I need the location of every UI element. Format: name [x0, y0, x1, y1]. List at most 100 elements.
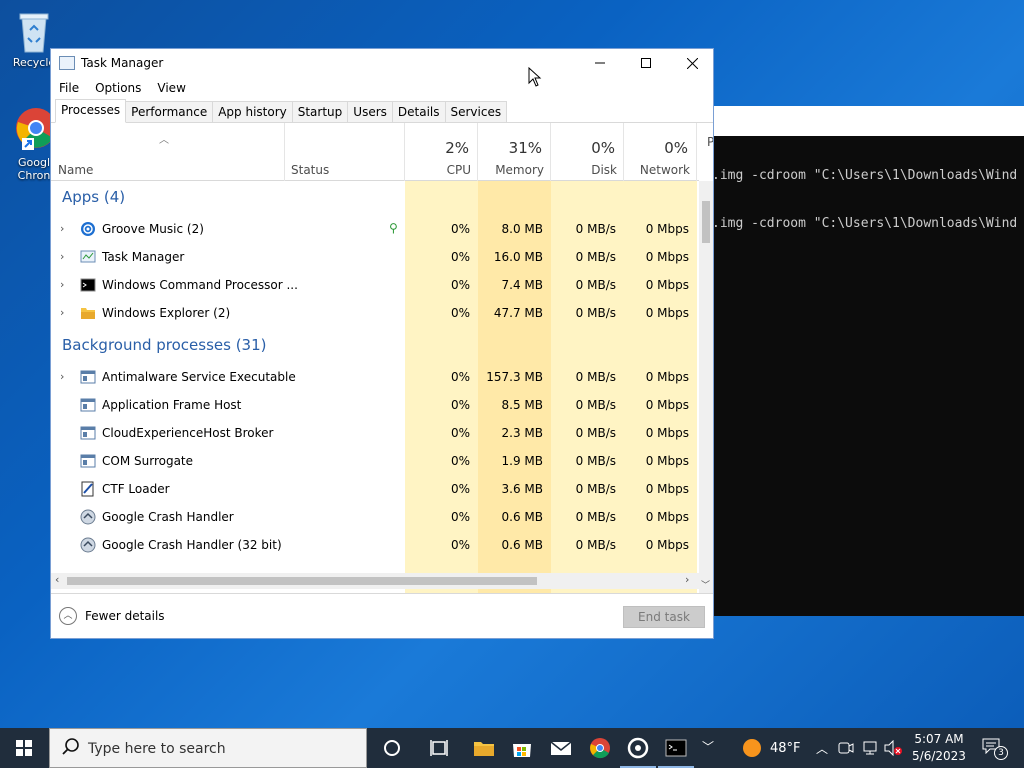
- end-task-button[interactable]: End task: [623, 606, 705, 628]
- tab-startup[interactable]: Startup: [291, 101, 349, 122]
- mail-icon[interactable]: [549, 736, 573, 760]
- taskbar-overflow-icon[interactable]: ﹀: [702, 738, 714, 755]
- volume-muted-icon[interactable]: [884, 740, 902, 756]
- clock[interactable]: 5:07 AM 5/6/2023: [910, 728, 968, 768]
- process-disk-value: 0 MB/s: [575, 250, 616, 264]
- close-icon: [686, 57, 698, 69]
- minimize-button[interactable]: [577, 49, 623, 77]
- search-placeholder: Type here to search: [88, 741, 226, 757]
- minimize-icon: [595, 62, 605, 64]
- process-cpu-value: 0%: [450, 250, 470, 264]
- process-memory-value: 0.6 MB: [501, 510, 543, 524]
- process-row[interactable]: › Windows Command Processor ... 0% 7.4 MB 0 …: [51, 271, 699, 299]
- service-icon: [80, 454, 96, 468]
- process-network-value: 0 Mbps: [645, 454, 689, 468]
- menu-view[interactable]: View: [149, 81, 193, 95]
- group-header-row[interactable]: Apps (4): [51, 181, 699, 215]
- tab-services[interactable]: Services: [444, 101, 508, 122]
- start-button[interactable]: [0, 728, 48, 768]
- process-row[interactable]: CTF Loader 0% 3.6 MB 0 MB/s 0 Mbps: [51, 475, 699, 503]
- column-header-power[interactable]: P: [697, 123, 713, 181]
- process-row[interactable]: COM Surrogate 0% 1.9 MB 0 MB/s 0 Mbps: [51, 447, 699, 475]
- file-explorer-icon[interactable]: [472, 736, 496, 760]
- meet-now-icon[interactable]: [838, 740, 854, 756]
- menu-options[interactable]: Options: [87, 81, 149, 95]
- tab-details[interactable]: Details: [391, 101, 446, 122]
- fewer-details-link[interactable]: Fewer details: [85, 609, 165, 623]
- windows-logo-icon: [16, 740, 32, 756]
- column-header-cpu[interactable]: 2% CPU: [405, 123, 478, 181]
- sun-weather-icon: [743, 739, 761, 757]
- process-disk-value: 0 MB/s: [575, 454, 616, 468]
- process-row[interactable]: › Antimalware Service Executable 0% 157.3 M…: [51, 363, 699, 391]
- task-view-icon[interactable]: [428, 736, 452, 760]
- task-manager-window[interactable]: Task Manager File Options View Processes…: [50, 48, 714, 639]
- group-header-row[interactable]: Background processes (31): [51, 329, 699, 363]
- tab-performance[interactable]: Performance: [125, 101, 214, 122]
- process-disk-value: 0 MB/s: [575, 482, 616, 496]
- process-cpu-value: 0%: [450, 278, 470, 292]
- process-memory-value: 47.7 MB: [493, 306, 543, 320]
- process-disk-value: 0 MB/s: [575, 306, 616, 320]
- scroll-right-icon[interactable]: ›: [685, 573, 689, 586]
- close-button[interactable]: [669, 49, 715, 77]
- process-row[interactable]: Application Frame Host 0% 8.5 MB 0 MB/s 0 Mb…: [51, 391, 699, 419]
- process-row[interactable]: CloudExperienceHost Broker 0% 2.3 MB 0 MB/s…: [51, 419, 699, 447]
- horizontal-scrollbar[interactable]: ‹ ›: [51, 573, 699, 589]
- process-row[interactable]: Google Crash Handler 0% 0.6 MB 0 MB/s 0 Mbps: [51, 503, 699, 531]
- process-row[interactable]: Google Crash Handler (32 bit) 0% 0.6 MB 0 M…: [51, 531, 699, 559]
- process-name: Windows Command Processor ...: [102, 278, 298, 292]
- maximize-button[interactable]: [623, 49, 669, 77]
- column-header-memory[interactable]: 31% Memory: [478, 123, 551, 181]
- vertical-scrollbar[interactable]: ﹀: [699, 181, 713, 593]
- cmd-output-line: .img -cdroom "C:\Users\1\Downloads\Wind: [712, 168, 1018, 183]
- expand-chevron-icon[interactable]: ›: [60, 370, 64, 383]
- temperature-label: 48°F: [770, 741, 801, 756]
- process-row[interactable]: › Windows Explorer (2) 0% 47.7 MB 0 MB/s 0 Mb…: [51, 299, 699, 327]
- scrollbar-thumb[interactable]: [702, 201, 710, 243]
- process-cpu-value: 0%: [450, 398, 470, 412]
- network-icon[interactable]: [862, 740, 878, 756]
- command-prompt-window[interactable]: .img -cdroom "C:\Users\1\Downloads\Wind …: [700, 106, 1024, 616]
- taskbar-search-box[interactable]: Type here to search: [49, 728, 367, 768]
- column-header-status[interactable]: Status: [285, 123, 405, 181]
- cortana-icon[interactable]: [380, 736, 404, 760]
- process-memory-value: 0.6 MB: [501, 538, 543, 552]
- task-manager-icon: [80, 250, 96, 263]
- expand-chevron-icon[interactable]: ›: [60, 222, 64, 235]
- groove-music-taskbar-icon[interactable]: [626, 736, 650, 760]
- microsoft-store-icon[interactable]: [510, 736, 534, 760]
- scroll-down-icon[interactable]: ﹀: [701, 578, 710, 591]
- expand-chevron-icon[interactable]: ›: [60, 250, 64, 263]
- show-hidden-icons-icon[interactable]: ︿: [816, 740, 828, 768]
- cmd-titlebar[interactable]: [700, 106, 1024, 136]
- column-header-name[interactable]: ︿ Name: [51, 123, 285, 181]
- collapse-chevron-icon[interactable]: ︿: [59, 607, 77, 625]
- column-header-network[interactable]: 0% Network: [624, 123, 697, 181]
- process-row[interactable]: › Groove Music (2) ⚲ 0% 8.0 MB 0 MB/s 0 Mbps: [51, 215, 699, 243]
- process-disk-value: 0 MB/s: [575, 398, 616, 412]
- expand-chevron-icon[interactable]: ›: [60, 306, 64, 319]
- tab-users[interactable]: Users: [347, 101, 393, 122]
- weather-widget[interactable]: 48°F: [740, 728, 804, 768]
- menu-file[interactable]: File: [51, 81, 87, 95]
- expand-chevron-icon[interactable]: ›: [60, 278, 64, 291]
- groove-music-icon: [81, 222, 95, 236]
- process-memory-value: 157.3 MB: [486, 370, 543, 384]
- process-memory-value: 16.0 MB: [493, 250, 543, 264]
- process-name: CloudExperienceHost Broker: [102, 426, 274, 440]
- process-grid: ︿ Name Status 2% CPU 31% Memory 0% Disk …: [51, 123, 713, 593]
- process-network-value: 0 Mbps: [645, 538, 689, 552]
- action-center-button[interactable]: 3: [978, 736, 1008, 760]
- task-manager-app-icon: [59, 56, 75, 70]
- scroll-left-icon[interactable]: ‹: [55, 573, 59, 586]
- tab-processes[interactable]: Processes: [55, 99, 127, 123]
- tab-app-history[interactable]: App history: [212, 101, 293, 122]
- process-row[interactable]: › Task Manager 0% 16.0 MB 0 MB/s 0 Mbps: [51, 243, 699, 271]
- process-cpu-value: 0%: [450, 482, 470, 496]
- scrollbar-thumb[interactable]: [67, 577, 537, 585]
- command-prompt-taskbar-icon[interactable]: [664, 736, 688, 760]
- chrome-taskbar-icon[interactable]: [588, 736, 612, 760]
- column-header-disk[interactable]: 0% Disk: [551, 123, 624, 181]
- process-name: Google Crash Handler: [102, 510, 234, 524]
